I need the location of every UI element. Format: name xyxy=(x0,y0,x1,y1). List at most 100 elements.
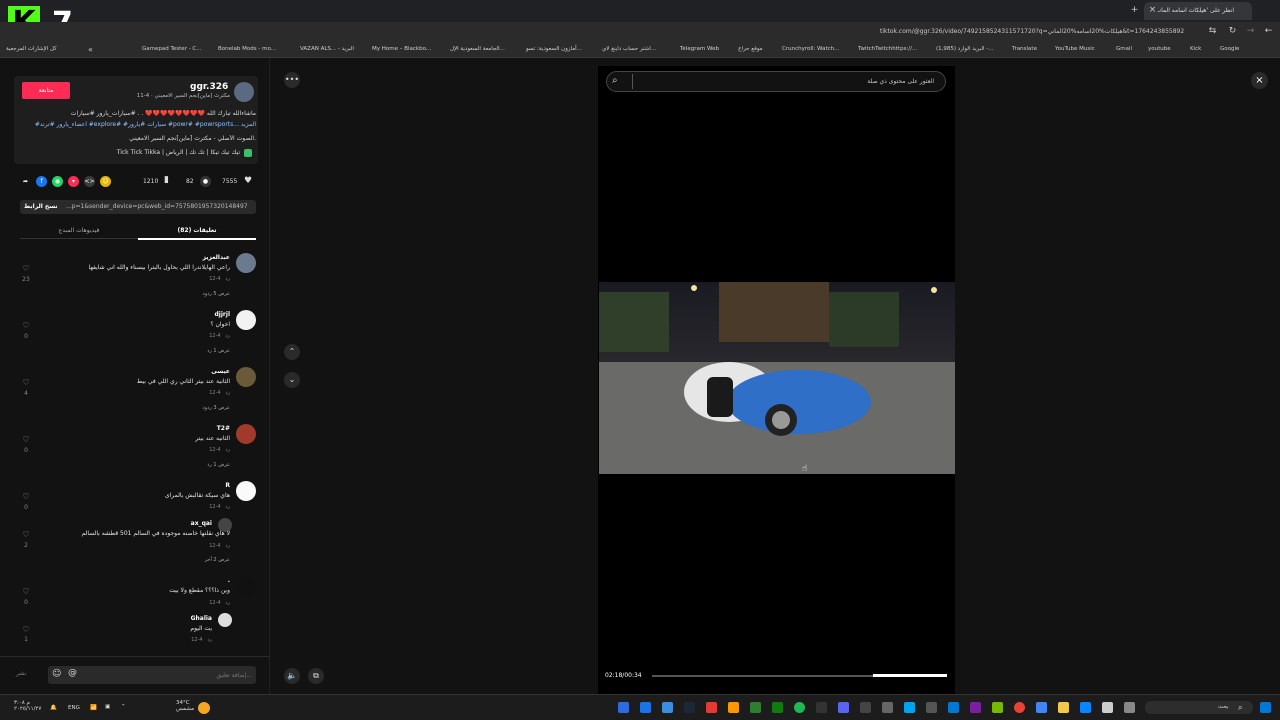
bookmark-item[interactable]: Translate xyxy=(1012,44,1040,55)
search-input[interactable] xyxy=(632,74,938,89)
comment-author[interactable]: ax_qai xyxy=(150,520,212,527)
url-field[interactable]: tiktok.com/@ggr.326/video/74921585243115… xyxy=(880,25,1202,38)
facebook-icon[interactable]: f xyxy=(36,176,47,187)
bookmark-item[interactable]: Gamepad Tester - C... xyxy=(142,44,204,55)
comment-reply[interactable]: رد xyxy=(225,333,230,339)
copy-link-button[interactable]: نسخ الرابط xyxy=(24,201,58,213)
close-icon[interactable]: × xyxy=(1251,72,1268,89)
bookmark-item[interactable]: Bonelab Mods - mo... xyxy=(218,44,280,55)
wifi-icon[interactable]: 📶 xyxy=(90,705,97,711)
whatsapp-icon[interactable]: ◉ xyxy=(52,176,63,187)
bookmark-item[interactable]: youtube xyxy=(1148,44,1174,55)
comment-reply[interactable]: رد xyxy=(225,600,230,606)
original-sound[interactable]: الصوت الأصلي - مكترث [ماين]نجم السير الا… xyxy=(18,135,256,142)
embed-icon[interactable]: <> xyxy=(84,176,95,187)
view-replies[interactable]: عرض 3 ردود xyxy=(150,405,230,411)
bookmark-icon[interactable]: ▮ xyxy=(164,175,169,185)
bookmark-item[interactable]: Gmail xyxy=(1116,44,1136,55)
comment-author[interactable]: . xyxy=(150,577,230,584)
more-options-icon[interactable]: ••• xyxy=(284,72,300,88)
comment-author[interactable]: T2# xyxy=(150,425,230,432)
tab-active[interactable]: انظر على 'هيلكات اسامه المانـ xyxy=(1144,2,1252,20)
taskbar-clock[interactable]: م ٣:٠٨ ٢٠٢٥/١١/٢٧ xyxy=(14,700,41,712)
bookmark-item[interactable]: اشتر حساب داينغ لاي... xyxy=(602,44,662,55)
comment-reply[interactable]: رد xyxy=(225,504,230,510)
comment-like-icon[interactable]: ♡ xyxy=(21,587,31,596)
comment-like-icon[interactable]: ♡ xyxy=(21,530,31,539)
comment-like-icon[interactable]: ♡ xyxy=(21,378,31,387)
taskbar-app-icon[interactable] xyxy=(970,702,981,713)
comment-author[interactable]: R xyxy=(150,482,230,489)
comment-avatar[interactable] xyxy=(236,253,256,273)
taskbar-app-icon[interactable] xyxy=(1102,702,1113,713)
taskbar-app-icon[interactable] xyxy=(860,702,871,713)
comment-avatar[interactable] xyxy=(236,481,256,501)
input-language[interactable]: ENG xyxy=(68,705,80,711)
discord-icon[interactable] xyxy=(838,702,849,713)
tab-creator-videos[interactable]: فيديوهات المبدع xyxy=(20,224,138,239)
comment-reply[interactable]: رد xyxy=(225,543,230,549)
notifications-icon[interactable]: 🔔 xyxy=(50,705,57,711)
video-frame[interactable] xyxy=(599,282,955,474)
comment-avatar[interactable] xyxy=(236,310,256,330)
comment-reply[interactable]: رد xyxy=(225,390,230,396)
bookmark-item[interactable]: أمازون السعودية: تسو... xyxy=(526,44,586,55)
tab-comments[interactable]: تعليقات (82) xyxy=(138,224,256,240)
view-replies[interactable]: عرض 5 ردود xyxy=(150,291,230,297)
taskbar-app-icon[interactable] xyxy=(1124,702,1135,713)
bookmark-item[interactable]: YouTube Music xyxy=(1055,44,1097,55)
comment-reply[interactable]: رد xyxy=(225,447,230,453)
taskbar-app-icon[interactable] xyxy=(904,702,915,713)
weather-widget[interactable]: 34°C مشمس xyxy=(176,700,194,712)
description-line-2[interactable]: #اعضاء_يارور #ترند #explore# #سيارات #يا… xyxy=(18,121,256,128)
bookmark-item[interactable]: TwitchTwitchhttps://... xyxy=(858,44,918,55)
tray-expand-icon[interactable]: ⌃ xyxy=(121,704,126,710)
comment-like-icon[interactable]: ♡ xyxy=(21,321,31,330)
taskbar-search[interactable] xyxy=(1145,701,1253,714)
comment-like-icon[interactable]: ♡ xyxy=(21,264,31,273)
network-icon[interactable]: ▣ xyxy=(105,704,110,710)
chevron-left-icon[interactable]: « xyxy=(86,45,95,54)
view-replies[interactable]: عرض 2 آخر xyxy=(150,557,230,563)
chrome-icon[interactable] xyxy=(1014,702,1025,713)
taskbar-app-icon[interactable] xyxy=(948,702,959,713)
reload-icon[interactable]: ↻ xyxy=(1228,27,1237,36)
taskbar-app-icon[interactable] xyxy=(926,702,937,713)
excel-icon[interactable] xyxy=(750,702,761,713)
comment-icon[interactable]: ● xyxy=(200,176,211,187)
pip-icon[interactable]: ⧉ xyxy=(308,668,324,684)
comment-reply[interactable]: رد xyxy=(207,637,212,643)
xbox-icon[interactable] xyxy=(772,702,783,713)
next-video-icon[interactable]: ⌄ xyxy=(284,372,300,388)
volume-icon[interactable]: 🔈 xyxy=(284,668,300,684)
share-arrow-icon[interactable]: ➦ xyxy=(20,176,31,187)
music-track[interactable]: Tick Tick Tikka | تيك تيك تيكا | تك تك |… xyxy=(18,149,240,156)
comment-author[interactable]: Ghalia xyxy=(150,615,212,622)
tab-close-icon[interactable]: × xyxy=(1148,6,1157,15)
spotify-icon[interactable] xyxy=(794,702,805,713)
comment-like-icon[interactable]: ♡ xyxy=(21,435,31,444)
send-icon[interactable]: ▾ xyxy=(68,176,79,187)
view-replies[interactable]: عرض 1 رد xyxy=(150,348,230,354)
comment-author[interactable]: عبدالعزيز xyxy=(150,254,230,261)
taskbar-app-icon[interactable] xyxy=(1080,702,1091,713)
previous-video-icon[interactable]: ⌃ xyxy=(284,344,300,360)
taskbar-app-icon[interactable] xyxy=(618,702,629,713)
comment-like-icon[interactable]: ♡ xyxy=(21,492,31,501)
comment-input[interactable] xyxy=(86,668,252,682)
back-icon[interactable]: ← xyxy=(1264,27,1273,36)
author-avatar[interactable] xyxy=(234,82,254,102)
comment-like-icon[interactable]: ♡ xyxy=(21,625,31,634)
heart-icon[interactable]: ♥ xyxy=(244,176,252,186)
nvidia-icon[interactable] xyxy=(992,702,1003,713)
comment-reply[interactable]: رد xyxy=(225,276,230,282)
taskbar-app-icon[interactable] xyxy=(706,702,717,713)
emoji-icon[interactable]: ☺ xyxy=(52,669,61,679)
bookmark-item[interactable]: Kick xyxy=(1190,44,1204,55)
follow-button[interactable]: متابعة xyxy=(22,82,70,99)
comment-author[interactable]: عيسى xyxy=(150,368,230,375)
taskbar-app-icon[interactable] xyxy=(1036,702,1047,713)
emoji-share-icon[interactable]: ☺ xyxy=(100,176,111,187)
install-app-icon[interactable]: ⇆ xyxy=(1208,27,1217,36)
bookmark-item[interactable]: Telegram Web xyxy=(680,44,720,55)
